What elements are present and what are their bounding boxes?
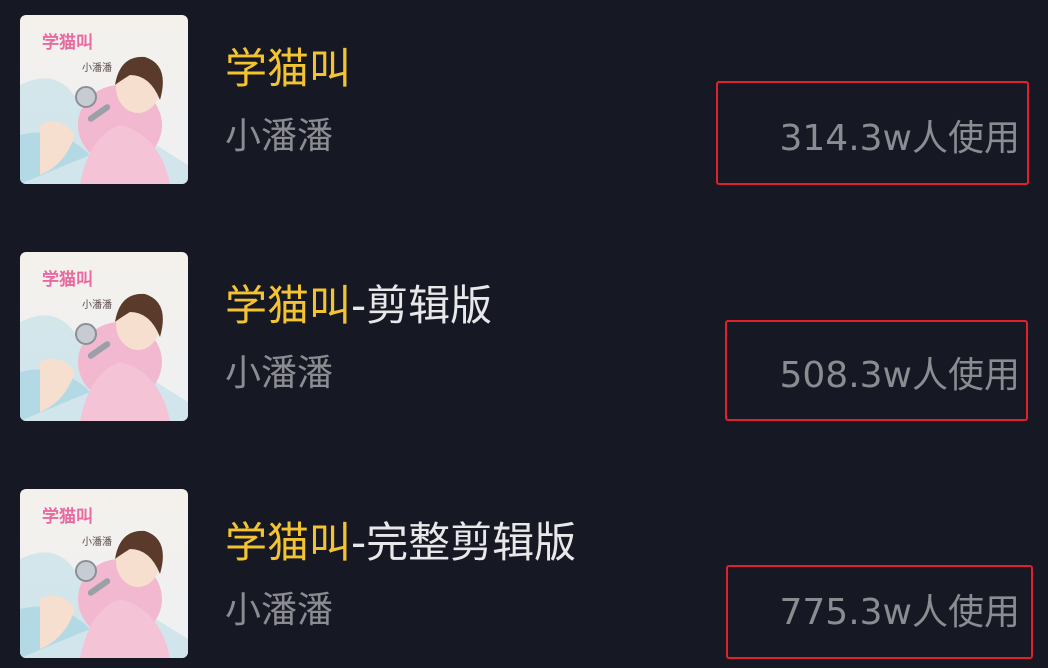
song-title-main: 学猫叫 <box>225 518 352 567</box>
album-cover-icon: 学猫叫 小潘潘 <box>20 489 188 658</box>
album-cover-icon: 学猫叫 小潘潘 <box>20 252 188 421</box>
cover-artist: 小潘潘 <box>82 537 112 548</box>
song-row[interactable]: 学猫叫 小潘潘 学猫叫 小潘潘 314.3w人使用 <box>0 15 1048 185</box>
cover-artist: 小潘潘 <box>82 300 112 311</box>
song-title-suffix: -剪辑版 <box>351 281 493 330</box>
song-title-main: 学猫叫 <box>225 44 352 93</box>
song-artist: 小潘潘 <box>225 353 334 394</box>
song-title-main: 学猫叫 <box>225 281 352 330</box>
usage-count: 508.3w人使用 <box>779 355 1020 396</box>
song-list: 学猫叫 小潘潘 学猫叫 小潘潘 314.3w人使用 学猫叫 小潘潘 学猫叫-剪辑… <box>0 0 1048 668</box>
cover-title: 学猫叫 <box>42 507 93 527</box>
song-row[interactable]: 学猫叫 小潘潘 学猫叫-剪辑版 小潘潘 508.3w人使用 <box>0 252 1048 422</box>
song-artist: 小潘潘 <box>225 116 334 157</box>
song-row[interactable]: 学猫叫 小潘潘 学猫叫-完整剪辑版 小潘潘 775.3w人使用 <box>0 489 1048 659</box>
usage-count: 314.3w人使用 <box>779 118 1020 159</box>
album-cover-icon: 学猫叫 小潘潘 <box>20 15 188 184</box>
song-artist: 小潘潘 <box>225 590 334 631</box>
song-title: 学猫叫 <box>225 41 351 97</box>
cover-title: 学猫叫 <box>42 270 93 290</box>
song-title-suffix: -完整剪辑版 <box>351 518 577 567</box>
song-title: 学猫叫-剪辑版 <box>225 278 492 334</box>
song-title: 学猫叫-完整剪辑版 <box>225 515 576 571</box>
cover-title: 学猫叫 <box>42 33 93 53</box>
usage-count: 775.3w人使用 <box>779 592 1020 633</box>
cover-artist: 小潘潘 <box>82 63 112 74</box>
